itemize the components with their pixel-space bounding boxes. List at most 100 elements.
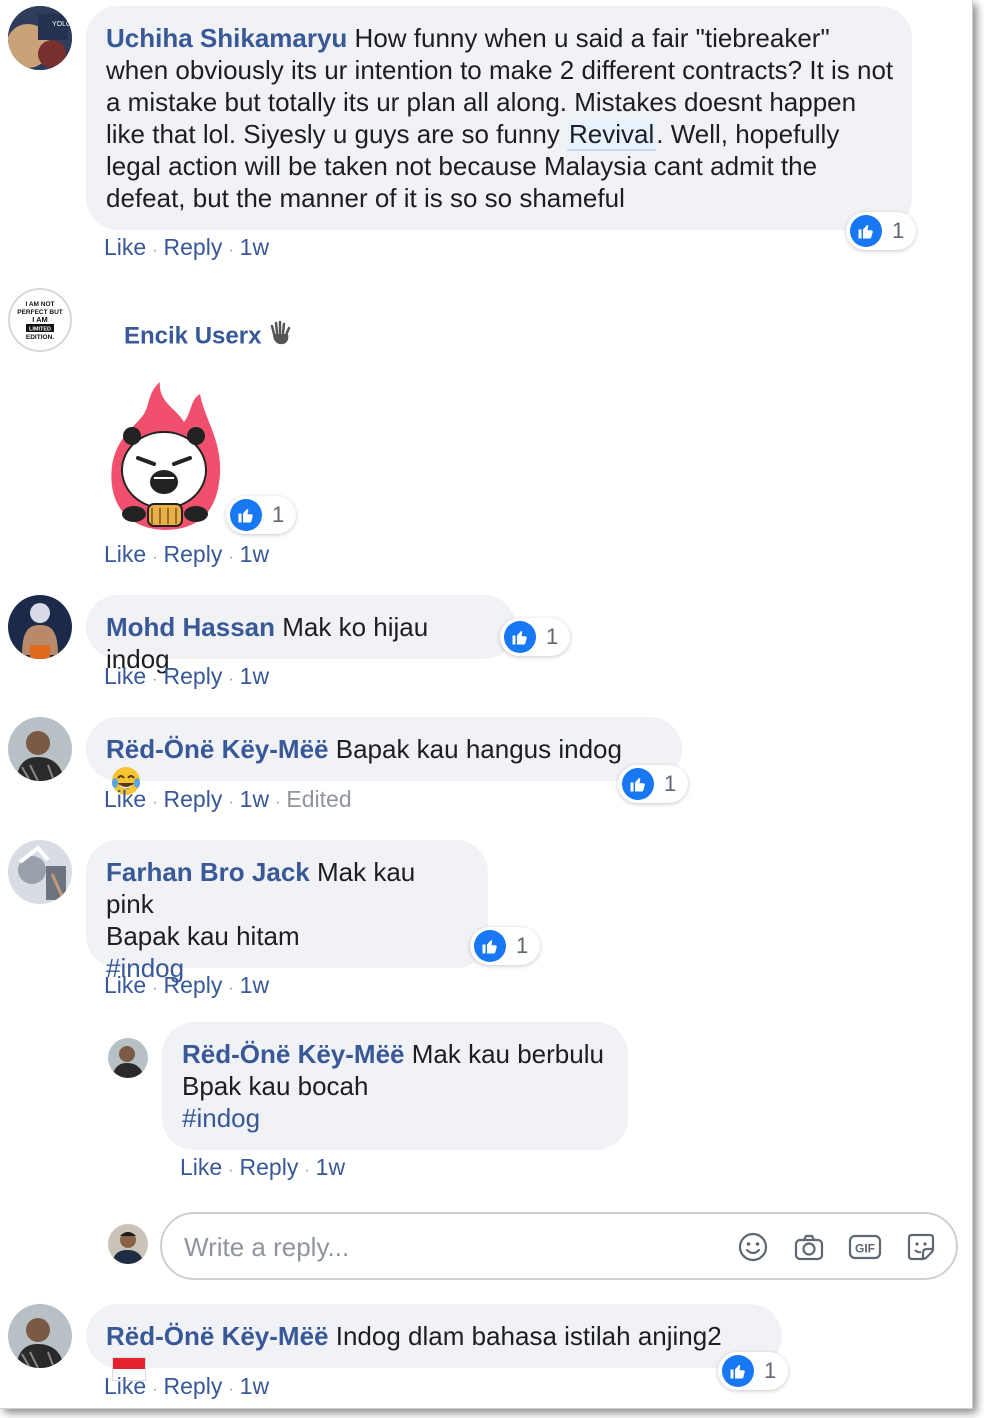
smiley-icon[interactable]	[734, 1228, 772, 1266]
svg-text:I AM NOT: I AM NOT	[25, 301, 54, 308]
comment-author[interactable]: Rëd-Önë Këy-Mëë	[182, 1039, 405, 1069]
comment-bubble: Mohd Hassan Mak ko hijau indog	[86, 595, 516, 674]
mention-link[interactable]: Revival	[567, 119, 657, 151]
reply-link[interactable]: Reply	[240, 1154, 299, 1180]
timestamp[interactable]: 1w	[240, 972, 269, 998]
reaction-badge[interactable]: 1	[846, 212, 917, 250]
reaction-count: 1	[272, 502, 285, 527]
comment-bubble: Rëd-Önë Këy-Mëë Indog dlam bahasa istila…	[86, 1304, 782, 1381]
like-link[interactable]: Like	[104, 1373, 146, 1399]
comment-text-line: Bapak kau hitam	[106, 921, 300, 951]
svg-text:I AM: I AM	[32, 315, 48, 324]
timestamp[interactable]: 1w	[240, 786, 269, 812]
reaction-count: 1	[664, 771, 677, 796]
comment-actions: Like · Reply · 1w · Edited	[104, 786, 352, 813]
reply-link[interactable]: Reply	[164, 972, 223, 998]
reply-composer: GIF	[160, 1212, 958, 1280]
comment-actions: Like · Reply · 1w	[104, 972, 269, 999]
timestamp[interactable]: 1w	[240, 541, 269, 567]
svg-text:GIF: GIF	[855, 1242, 875, 1256]
like-link[interactable]: Like	[104, 972, 146, 998]
wave-hand-icon	[268, 320, 294, 354]
comment-author[interactable]: Rëd-Önë Këy-Mëë	[106, 1321, 329, 1351]
thumbs-up-icon	[474, 930, 506, 962]
reaction-badge[interactable]: 1	[500, 618, 571, 656]
reaction-badge[interactable]: 1	[618, 765, 689, 803]
reaction-badge[interactable]: 1	[226, 496, 297, 534]
like-link[interactable]: Like	[180, 1154, 222, 1180]
comment-actions: Like · Reply · 1w	[104, 541, 269, 568]
separator-dot: ·	[228, 242, 234, 259]
separator-dot: ·	[275, 794, 281, 811]
separator-dot: ·	[152, 980, 158, 997]
reaction-badge[interactable]: 1	[470, 927, 541, 965]
like-link[interactable]: Like	[104, 786, 146, 812]
separator-dot: ·	[304, 1162, 310, 1179]
hashtag-link[interactable]: #indog	[182, 1102, 608, 1134]
separator-dot: ·	[152, 1381, 158, 1398]
reply-link[interactable]: Reply	[164, 541, 223, 567]
reply-input[interactable]	[182, 1226, 706, 1268]
comment-actions: Like · Reply · 1w	[104, 1373, 269, 1400]
comments-panel: YOLO Uchiha Shikamaryu How funny when u …	[0, 0, 973, 1409]
comment-text-line: Mak kau berbulu	[411, 1039, 604, 1069]
comment-bubble: Rëd-Önë Këy-Mëë Bapak kau hangus indog	[86, 717, 682, 795]
reply-link[interactable]: Reply	[164, 786, 223, 812]
avatar[interactable]	[8, 717, 72, 781]
comment-author[interactable]: Uchiha Shikamaryu	[106, 23, 347, 53]
comment-text: Indog dlam bahasa istilah anjing2	[335, 1321, 722, 1351]
thumbs-up-icon	[850, 215, 882, 247]
comment-actions: Like · Reply · 1w	[104, 234, 269, 261]
like-link[interactable]: Like	[104, 663, 146, 689]
avatar-badge-text: I AM NOT PERFECT BUT I AM LIMITED EDITIO…	[17, 301, 63, 341]
timestamp[interactable]: 1w	[240, 1373, 269, 1399]
comment-text-line: Bpak kau bocah	[182, 1071, 369, 1101]
reply-link[interactable]: Reply	[164, 1373, 223, 1399]
edited-label[interactable]: Edited	[286, 786, 351, 812]
comment-text: Bapak kau hangus indog	[335, 734, 622, 764]
comment-author[interactable]: Mohd Hassan	[106, 612, 275, 642]
reaction-count: 1	[516, 933, 529, 958]
timestamp[interactable]: 1w	[240, 234, 269, 260]
separator-dot: ·	[228, 794, 234, 811]
svg-text:EDITION.: EDITION.	[26, 334, 54, 341]
comment-author[interactable]: Farhan Bro Jack	[106, 857, 310, 887]
reaction-count: 1	[764, 1358, 777, 1383]
svg-text:YOLO: YOLO	[52, 21, 72, 28]
camera-icon[interactable]	[790, 1228, 828, 1266]
current-user-avatar	[108, 1224, 148, 1264]
like-link[interactable]: Like	[104, 234, 146, 260]
comment-author[interactable]: Encik Userx	[124, 322, 261, 349]
comment-bubble: Uchiha Shikamaryu How funny when u said …	[86, 6, 912, 230]
like-link[interactable]: Like	[104, 541, 146, 567]
avatar[interactable]: YOLO	[8, 6, 72, 70]
reaction-count: 1	[892, 218, 905, 243]
comment-author[interactable]: Rëd-Önë Këy-Mëë	[106, 734, 329, 764]
avatar[interactable]: I AM NOT PERFECT BUT I AM LIMITED EDITIO…	[8, 288, 72, 352]
avatar[interactable]	[8, 1304, 72, 1368]
sticker-icon[interactable]	[902, 1228, 940, 1266]
comment-actions: Like · Reply · 1w	[104, 663, 269, 690]
separator-dot: ·	[228, 980, 234, 997]
thumbs-up-icon	[722, 1355, 754, 1387]
reply-link[interactable]: Reply	[164, 663, 223, 689]
timestamp[interactable]: 1w	[240, 663, 269, 689]
thumbs-up-icon	[230, 499, 262, 531]
avatar[interactable]	[8, 840, 72, 904]
reaction-count: 1	[546, 624, 559, 649]
separator-dot: ·	[228, 549, 234, 566]
avatar[interactable]	[108, 1038, 148, 1078]
comment-author-row: Encik Userx	[124, 320, 294, 354]
separator-dot: ·	[152, 671, 158, 688]
thumbs-up-icon	[622, 768, 654, 800]
reply-link[interactable]: Reply	[164, 234, 223, 260]
svg-text:LIMITED: LIMITED	[29, 327, 51, 333]
separator-dot: ·	[228, 1381, 234, 1398]
reaction-badge[interactable]: 1	[718, 1352, 789, 1390]
separator-dot: ·	[228, 671, 234, 688]
timestamp[interactable]: 1w	[316, 1154, 345, 1180]
gif-icon[interactable]: GIF	[846, 1228, 884, 1266]
separator-dot: ·	[152, 242, 158, 259]
avatar[interactable]	[8, 595, 72, 659]
comment-actions: Like · Reply · 1w	[180, 1154, 345, 1181]
